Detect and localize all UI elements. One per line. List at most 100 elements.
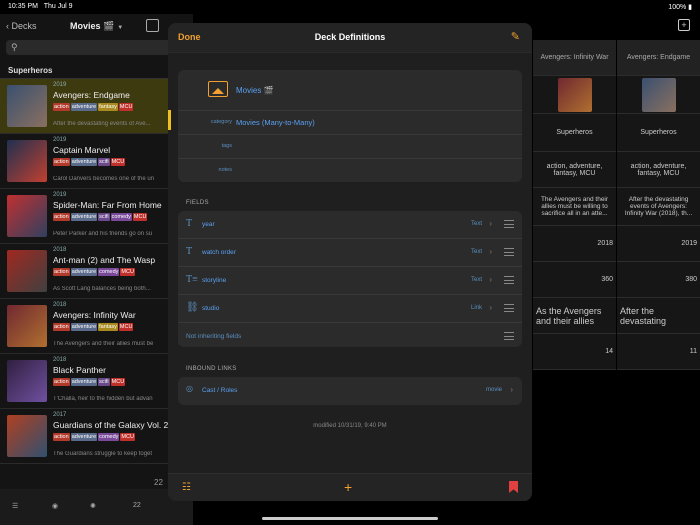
- movie-title: Avengers: Endgame: [53, 90, 130, 100]
- movie-title: Guardians of the Galaxy Vol. 2: [53, 420, 169, 430]
- chevron-right-icon: ›: [489, 275, 492, 284]
- poster-cell: [533, 76, 616, 114]
- back-button[interactable]: ‹ Decks: [6, 21, 37, 31]
- drag-handle-icon[interactable]: [504, 220, 514, 228]
- category-value: Movies (Many-to-Many): [236, 118, 315, 127]
- link-icon: ◎: [186, 384, 193, 393]
- modal-toolbar: ☷ +: [168, 473, 532, 501]
- field-name: storyline: [202, 277, 227, 284]
- status-time: 10:35 PM Thu Jul 9: [8, 3, 73, 10]
- year-cell: 2018: [533, 226, 616, 262]
- chevron-right-icon: ›: [489, 219, 492, 228]
- chevron-right-icon: ›: [489, 247, 492, 256]
- movie-title: Ant-man (2) and The Wasp: [53, 255, 156, 265]
- movie-title: Avengers: Infinity War: [53, 310, 136, 320]
- add-icon[interactable]: +: [678, 19, 690, 31]
- home-indicator: [262, 517, 438, 520]
- filter-icon[interactable]: ◉: [52, 502, 58, 510]
- text-type-icon: T: [186, 246, 193, 257]
- tag-badge: MCU: [118, 323, 134, 331]
- notes-label: notes: [218, 167, 232, 173]
- deck-name[interactable]: Movies 🎬: [236, 86, 274, 95]
- text-type-icon: T: [186, 218, 193, 229]
- selection-indicator: [168, 110, 171, 130]
- movie-row[interactable]: 2018 Avengers: Infinity War action adventur…: [0, 299, 193, 354]
- tag-badge: comedy: [98, 433, 120, 441]
- table-column[interactable]: Avengers: Endgame Superheros action, adven…: [617, 40, 700, 370]
- tag-badge: adventure: [70, 103, 98, 111]
- drag-handle-icon[interactable]: [504, 248, 514, 256]
- movie-row[interactable]: 2019 Avengers: Endgame action adventure fant…: [0, 79, 193, 134]
- movie-row[interactable]: 2017 Guardians of the Galaxy Vol. 2 action…: [0, 409, 193, 464]
- notes-row[interactable]: notes: [178, 158, 522, 182]
- tag-badge: fantasy: [98, 103, 118, 111]
- movie-poster: [7, 195, 47, 237]
- movie-row[interactable]: 2018 Ant-man (2) and The Wasp action advent…: [0, 244, 193, 299]
- image-icon[interactable]: [208, 81, 228, 97]
- left-toolbar: ☰ ◉ ✺ 22: [0, 489, 193, 525]
- movie-year: 2018: [53, 302, 67, 308]
- storyline-cell: After the devastating events of Avengers…: [617, 188, 700, 226]
- tags-row[interactable]: tags: [178, 134, 522, 158]
- bookmark-icon[interactable]: [509, 481, 518, 493]
- field-row[interactable]: ⛓ studio Link ›: [178, 295, 522, 323]
- tag-badge: action: [53, 103, 70, 111]
- movie-poster: [7, 360, 47, 402]
- sliders-icon[interactable]: ☷: [182, 482, 191, 493]
- link-row[interactable]: ◎ Cast / Roles movie ›: [178, 377, 522, 405]
- tag-badge: adventure: [70, 158, 98, 166]
- inbound-links-header: INBOUND LINKS: [186, 366, 237, 372]
- field-name: studio: [202, 305, 220, 312]
- studio-cell: After the devastating: [617, 298, 700, 334]
- chevron-down-icon: ▼: [117, 25, 124, 31]
- tag-badge: MCU: [120, 433, 135, 441]
- tag-badge: MCU: [132, 213, 148, 221]
- movie-row[interactable]: 2018 Black Panther action adventure scifi MCU…: [0, 354, 193, 409]
- deck-title-dropdown[interactable]: Movies 🎬 ▼: [70, 21, 123, 32]
- modified-timestamp: modified 10/31/19, 9:40 PM: [313, 423, 387, 429]
- field-row[interactable]: T≡ storyline Text ›: [178, 267, 522, 295]
- search-input[interactable]: ⚲: [6, 40, 187, 55]
- column-header[interactable]: Avengers: Endgame: [617, 40, 700, 76]
- field-type: Text: [470, 277, 482, 283]
- field-row[interactable]: Tyear Text ›: [178, 211, 522, 239]
- tags-cell: action, adventure, fantasy, MCU: [617, 152, 700, 188]
- done-button[interactable]: Done: [178, 32, 201, 42]
- number-cell: 11: [617, 334, 700, 370]
- tag-badge: scifi: [98, 213, 110, 221]
- movie-year: 2018: [53, 357, 67, 363]
- category-cell: Superheros: [533, 114, 616, 152]
- drag-handle-icon[interactable]: [504, 332, 514, 340]
- tag-badge: adventure: [70, 433, 98, 441]
- add-field-button[interactable]: +: [344, 479, 352, 495]
- link-target: movie: [485, 387, 502, 393]
- field-row[interactable]: Twatch order Text ›: [178, 239, 522, 267]
- tag-badge: adventure: [70, 268, 98, 276]
- category-row[interactable]: category Movies (Many-to-Many): [178, 110, 522, 134]
- column-header[interactable]: Avengers: Infinity War: [533, 40, 616, 76]
- list-icon[interactable]: ☰: [12, 502, 18, 510]
- inbound-link-row[interactable]: ◎ Cast / Roles movie ›: [178, 377, 522, 405]
- movie-poster: [7, 140, 47, 182]
- movie-year: 2019: [53, 82, 67, 88]
- tag-badge: scifi: [98, 158, 110, 166]
- tag-badge: comedy: [98, 268, 120, 276]
- link-name: Cast / Roles: [202, 387, 238, 394]
- movie-row[interactable]: 2019 Spider-Man: Far From Home action adven…: [0, 189, 193, 244]
- bottom-count: 22: [133, 502, 141, 509]
- movie-poster: [7, 85, 47, 127]
- drag-handle-icon[interactable]: [504, 276, 514, 284]
- order-cell: 360: [533, 262, 616, 298]
- tag-badge: action: [53, 268, 70, 276]
- left-nav-bar: ‹ Decks Movies 🎬 ▼: [0, 14, 193, 40]
- movie-row[interactable]: 2019 Captain Marvel action adventure scifi MC…: [0, 134, 193, 189]
- tag-badge: MCU: [118, 103, 134, 111]
- pencil-icon[interactable]: ✎: [511, 30, 520, 43]
- table-column[interactable]: Avengers: Infinity War Superheros action, …: [533, 40, 616, 370]
- palette-icon[interactable]: ✺: [90, 502, 96, 510]
- fields-card: Tyear Text › Twatch order Text › T≡ storyline Te…: [178, 211, 522, 347]
- image-view-icon[interactable]: [146, 19, 159, 32]
- drag-handle-icon[interactable]: [504, 304, 514, 312]
- poster-cell: [617, 76, 700, 114]
- not-inheriting-row[interactable]: Not inheriting fields: [178, 323, 522, 351]
